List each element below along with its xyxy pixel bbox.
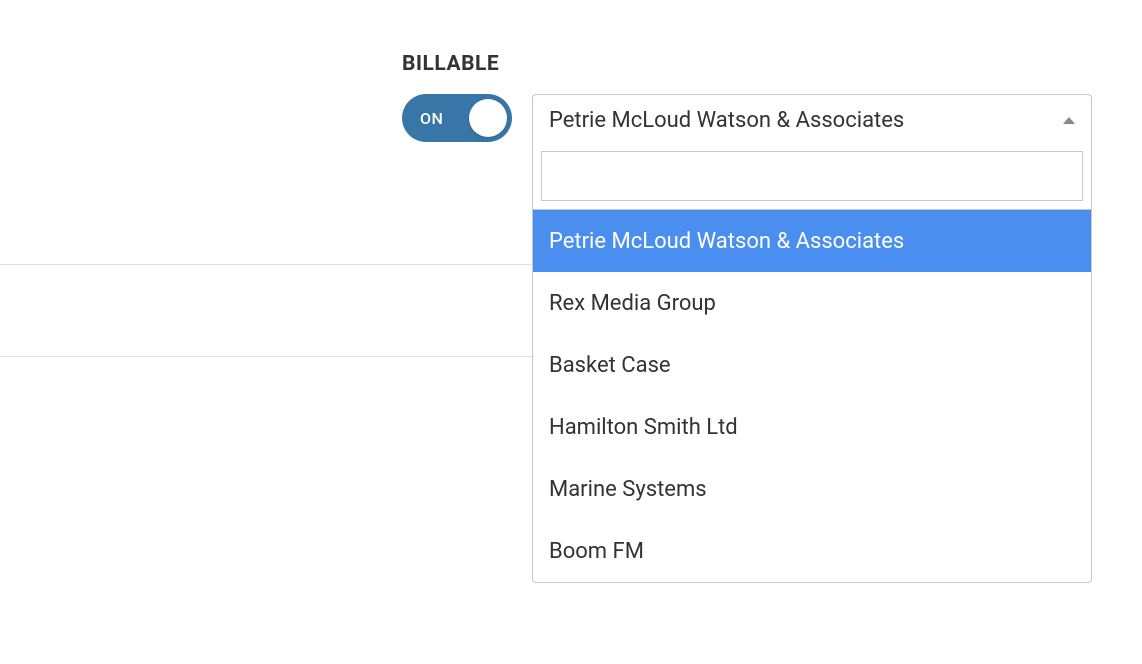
dropdown-option-label: Marine Systems xyxy=(549,477,707,502)
client-dropdown: Petrie McLoud Watson & Associates Petrie… xyxy=(532,94,1092,583)
dropdown-option-label: Rex Media Group xyxy=(549,291,716,316)
chevron-up-icon xyxy=(1063,117,1075,124)
dropdown-option[interactable]: Petrie McLoud Watson & Associates xyxy=(533,210,1091,272)
dropdown-options-list: Petrie McLoud Watson & Associates Rex Me… xyxy=(532,210,1092,583)
billable-label: BILLABLE xyxy=(402,52,1092,76)
dropdown-selected-text: Petrie McLoud Watson & Associates xyxy=(549,108,904,133)
dropdown-option-label: Hamilton Smith Ltd xyxy=(549,415,738,440)
dropdown-option[interactable]: Hamilton Smith Ltd xyxy=(533,396,1091,458)
dropdown-selected-display[interactable]: Petrie McLoud Watson & Associates xyxy=(533,95,1091,145)
dropdown-option-label: Petrie McLoud Watson & Associates xyxy=(549,229,904,254)
billable-toggle[interactable]: ON xyxy=(402,94,512,142)
dropdown-option[interactable]: Rex Media Group xyxy=(533,272,1091,334)
dropdown-option-label: Basket Case xyxy=(549,353,671,378)
dropdown-option[interactable]: Boom FM xyxy=(533,520,1091,582)
dropdown-option-label: Boom FM xyxy=(549,539,644,564)
dropdown-option[interactable]: Basket Case xyxy=(533,334,1091,396)
dropdown-search-input[interactable] xyxy=(541,151,1083,201)
dropdown-option[interactable]: Marine Systems xyxy=(533,458,1091,520)
toggle-knob xyxy=(469,99,507,137)
toggle-state-text: ON xyxy=(420,109,443,128)
